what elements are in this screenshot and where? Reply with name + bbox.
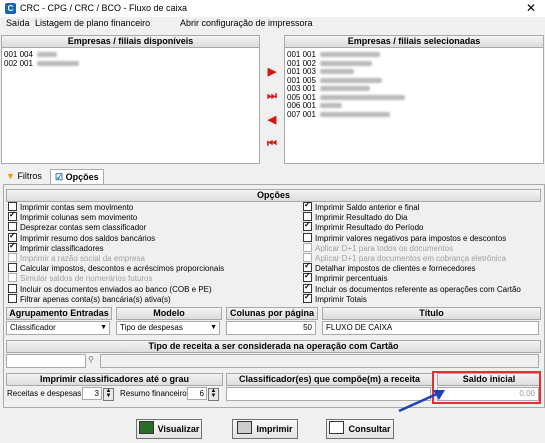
option-checkbox[interactable]: Imprimir Totais: [303, 292, 367, 305]
printer-icon: [237, 421, 253, 434]
option-label: Detalhar impostos de clientes e forneced…: [315, 264, 476, 274]
consultar-button[interactable]: Consultar: [326, 419, 394, 439]
chevron-down-icon: ▼: [100, 324, 107, 331]
columns-header: Colunas por página: [226, 307, 318, 320]
filter-icon: ▼: [6, 171, 15, 181]
option-label: Filtrar apenas conta(s) bancária(s) ativ…: [20, 294, 171, 304]
menu-bar: Saída Listagem de plano financeiro Abrir…: [0, 17, 545, 31]
checked-box-icon: [8, 210, 17, 222]
list-item[interactable]: 001 002: [287, 59, 541, 69]
checked-box-icon: [303, 200, 312, 211]
available-list[interactable]: 001 004 002 001: [1, 47, 260, 164]
receita-tipo-input[interactable]: [6, 354, 86, 368]
receita-tipo-description: [100, 354, 539, 368]
list-item[interactable]: 001 001: [287, 50, 541, 60]
classif-grau-header: Imprimir classificadores até o grau: [6, 373, 223, 386]
menu-abrir-config[interactable]: Abrir configuração de impressora: [180, 18, 313, 28]
model-select[interactable]: Tipo de despesas ▼: [116, 321, 220, 335]
app-icon: C: [5, 3, 16, 14]
checkbox-icon: [8, 283, 17, 293]
annotation-arrow-icon: [398, 390, 445, 413]
option-label: Incluir os documentos referente as opera…: [315, 284, 521, 294]
option-label: Imprimir Totais: [315, 294, 367, 304]
checkbox-icon: [303, 242, 312, 252]
option-label: Imprimir colunas sem movimento: [20, 213, 138, 223]
window-title: CRC - CPG / CRC / BCO - Fluxo de caixa: [20, 3, 188, 13]
checked-box-icon: [303, 220, 312, 232]
list-item[interactable]: 007 001: [287, 110, 541, 120]
menu-listagem[interactable]: Listagem de plano financeiro: [35, 18, 150, 28]
option-label: Imprimir percentuais: [315, 274, 388, 284]
checkbox-icon: [8, 293, 17, 303]
option-label: Simular saldos de numerários futuros: [20, 274, 153, 284]
list-item[interactable]: 003 001: [287, 84, 541, 94]
imprimir-button[interactable]: Imprimir: [232, 419, 298, 439]
grouping-select[interactable]: Classificador ▼: [6, 321, 110, 335]
titulo-input[interactable]: FLUXO DE CAIXA: [322, 321, 539, 335]
option-checkbox[interactable]: Filtrar apenas conta(s) bancária(s) ativ…: [8, 293, 171, 305]
resumo-label: Resumo financeiro: [120, 389, 187, 398]
move-all-right-icon[interactable]: ⏭: [265, 89, 279, 103]
menu-saida[interactable]: Saída: [6, 18, 30, 28]
receitas-grau-spinner[interactable]: ▲ ▼: [103, 388, 114, 401]
visualizar-button[interactable]: Visualizar: [136, 419, 202, 439]
option-label: Desprezar contas sem classificador: [20, 223, 147, 233]
receitas-label: Receitas e despesas: [7, 389, 82, 398]
list-item[interactable]: 002 001: [4, 59, 257, 69]
checkbox-icon: ☑: [55, 172, 64, 182]
option-label: Imprimir Saldo anterior e final: [315, 203, 420, 212]
list-item[interactable]: 005 001: [287, 93, 541, 103]
checked-box-icon: [303, 292, 312, 303]
title-bar: C CRC - CPG / CRC / BCO - Fluxo de caixa…: [0, 0, 545, 17]
binoculars-icon[interactable]: ⚲: [88, 355, 94, 364]
option-label: Incluir os documentos enviados ao banco …: [20, 284, 212, 294]
tab-bar: ▼ Filtros ☑ Opções: [0, 167, 545, 185]
monitor-icon: [138, 421, 154, 434]
document-search-icon: [329, 421, 345, 434]
grouping-header: Agrupamento Entradas: [6, 307, 112, 320]
checkbox-icon: [303, 232, 312, 242]
model-header: Modelo: [116, 307, 222, 320]
columns-input[interactable]: 50: [226, 321, 316, 335]
list-item[interactable]: 006 001: [287, 101, 541, 111]
option-label: Imprimir a razão social da empresa: [20, 254, 145, 263]
list-item[interactable]: 001 004: [4, 50, 257, 60]
options-header: Opções: [6, 189, 541, 202]
option-label: Imprimir classificadores: [20, 243, 104, 253]
option-label: Imprimir resumo dos saldos bancários: [20, 233, 156, 243]
checkbox-icon: [8, 273, 17, 283]
checkbox-icon: [8, 253, 17, 262]
receita-tipo-header: Tipo de receita a ser considerada na ope…: [6, 340, 541, 353]
checked-box-icon: [8, 241, 17, 252]
option-label: Imprimir contas sem movimento: [20, 203, 134, 212]
receitas-grau-input[interactable]: 3: [82, 387, 102, 400]
move-all-left-icon[interactable]: ⏮: [265, 137, 279, 151]
tab-filtros[interactable]: ▼ Filtros: [2, 169, 46, 184]
option-label: Aplicar D+1 para documentos em cobrança …: [315, 254, 506, 263]
titulo-header: Título: [322, 307, 541, 320]
checkbox-icon: [8, 263, 17, 273]
option-label: Imprimir Resultado do Período: [315, 223, 424, 233]
option-label: Calcular impostos, descontos e acréscimo…: [20, 264, 225, 274]
resumo-grau-spinner[interactable]: ▲ ▼: [208, 388, 219, 401]
selected-list[interactable]: 001 001 001 002 001 003 001 005 003 001 …: [284, 47, 544, 164]
list-item[interactable]: 001 003: [287, 67, 541, 77]
move-left-icon[interactable]: ◀: [265, 113, 279, 127]
tab-opcoes[interactable]: ☑ Opções: [50, 169, 104, 185]
option-label: Imprimir Resultado do Dia: [315, 213, 408, 223]
close-button[interactable]: ✕: [517, 0, 545, 17]
resumo-grau-input[interactable]: 6: [187, 387, 207, 400]
option-label: Imprimir valores negativos para impostos…: [315, 233, 507, 243]
chevron-down-icon: ▼: [210, 324, 217, 331]
option-label: Aplicar D+1 para todos os documentos: [315, 243, 454, 253]
move-right-icon[interactable]: ▶: [265, 65, 279, 79]
list-item[interactable]: 001 005: [287, 76, 541, 86]
